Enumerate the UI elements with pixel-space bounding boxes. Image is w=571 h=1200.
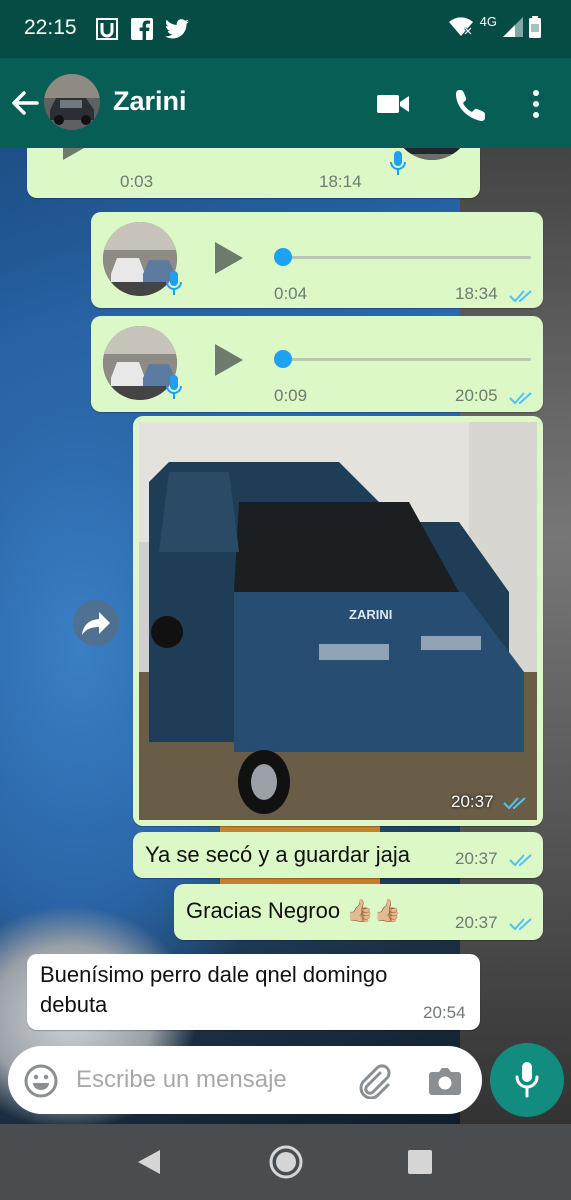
status-bar: 22:15 4G xyxy=(0,0,571,58)
car-photo[interactable]: ZARINI xyxy=(139,422,537,820)
record-voice-button[interactable] xyxy=(490,1043,564,1117)
text-message[interactable]: Gracias Negroo 👍🏼👍🏼 20:37 xyxy=(174,884,543,940)
phone-icon[interactable] xyxy=(452,86,488,122)
nav-home-icon[interactable] xyxy=(267,1143,305,1181)
wifi-icon xyxy=(448,17,473,36)
status-time: 22:15 xyxy=(24,16,77,39)
message-text: Buenísimo perro dale qnel domingo debuta xyxy=(40,962,388,1017)
voice-progress-track[interactable] xyxy=(281,358,531,361)
twitter-icon xyxy=(165,19,189,39)
message-text: Gracias Negroo 👍🏼👍🏼 xyxy=(186,898,401,923)
message-composer[interactable]: Escribe un mensaje xyxy=(8,1046,482,1114)
message-time: 20:37 xyxy=(455,849,498,868)
photo-plate-text: ZARINI xyxy=(349,607,392,622)
emoji-icon[interactable] xyxy=(24,1064,58,1098)
mic-icon xyxy=(515,1062,539,1098)
voice-duration: 0:04 xyxy=(274,284,308,303)
text-message-incoming[interactable]: Buenísimo perro dale qnel domingo debuta… xyxy=(27,954,480,1030)
mic-icon xyxy=(166,375,182,399)
message-time: 18:34 xyxy=(455,284,498,303)
chat-header: Zarini xyxy=(0,58,571,148)
voice-message[interactable]: 0:03 18:14 xyxy=(27,148,480,198)
voice-progress-knob[interactable] xyxy=(274,248,292,266)
back-arrow-icon[interactable] xyxy=(10,88,40,118)
contact-avatar[interactable] xyxy=(44,74,100,130)
signal-icon xyxy=(503,17,523,37)
read-ticks-icon xyxy=(503,797,526,810)
nav-back-icon[interactable] xyxy=(136,1148,162,1176)
message-text: Ya se secó y a guardar jaja xyxy=(145,842,410,867)
message-time: 20:05 xyxy=(455,386,498,405)
read-ticks-icon xyxy=(509,290,532,303)
voice-message[interactable]: 0:09 20:05 xyxy=(91,316,543,412)
forward-icon xyxy=(82,612,110,635)
more-vert-icon[interactable] xyxy=(518,86,554,122)
message-time: 20:54 xyxy=(423,1003,466,1022)
android-nav-bar xyxy=(0,1124,571,1200)
message-time: 18:14 xyxy=(319,172,362,191)
read-ticks-icon xyxy=(509,854,532,867)
attach-icon[interactable] xyxy=(356,1063,392,1099)
voice-duration: 0:09 xyxy=(274,386,308,405)
play-icon[interactable] xyxy=(213,342,245,378)
facebook-icon xyxy=(131,18,153,40)
chat-area[interactable]: 0:03 18:14 0:04 18:34 0:09 20:05 ZARINI … xyxy=(0,148,571,1124)
play-icon[interactable] xyxy=(213,240,245,276)
mic-icon xyxy=(390,151,406,175)
message-time: 20:37 xyxy=(455,913,498,932)
contact-name[interactable]: Zarini xyxy=(113,86,187,117)
battery-icon xyxy=(529,16,541,38)
u-app-icon xyxy=(96,18,118,40)
play-icon[interactable] xyxy=(61,148,93,162)
message-time: 20:37 xyxy=(451,792,494,811)
message-input[interactable]: Escribe un mensaje xyxy=(76,1066,287,1094)
forward-button[interactable] xyxy=(73,600,119,646)
text-message[interactable]: Ya se secó y a guardar jaja 20:37 xyxy=(133,832,543,878)
read-ticks-icon xyxy=(509,392,532,405)
voice-message[interactable]: 0:04 18:34 xyxy=(91,212,543,308)
voice-progress-track[interactable] xyxy=(281,256,531,259)
nav-recents-icon[interactable] xyxy=(408,1150,432,1174)
mic-icon xyxy=(166,271,182,295)
image-message[interactable]: ZARINI 20:37 xyxy=(133,416,543,826)
voice-duration: 0:03 xyxy=(120,172,154,191)
read-ticks-icon xyxy=(509,918,532,931)
camera-icon[interactable] xyxy=(428,1064,462,1096)
video-call-icon[interactable] xyxy=(375,86,411,122)
voice-progress-knob[interactable] xyxy=(274,350,292,368)
network-type: 4G xyxy=(479,13,497,29)
